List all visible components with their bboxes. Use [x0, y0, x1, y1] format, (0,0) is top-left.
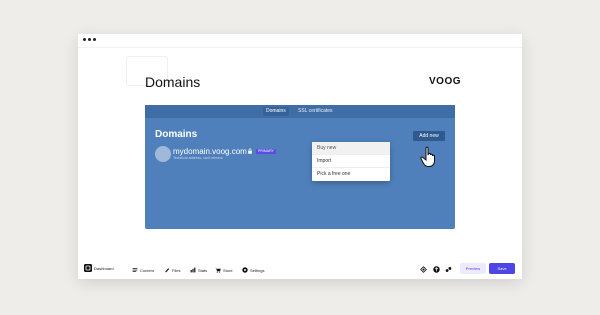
add-new-button[interactable]: Add new [413, 131, 445, 141]
stats-icon [190, 267, 196, 273]
page-title: Domains [145, 74, 201, 90]
stats-button[interactable]: Stats [190, 267, 207, 273]
preview-button[interactable]: Preview [460, 263, 486, 274]
dropdown-item-import[interactable]: Import [312, 155, 390, 168]
brand-logo: VOOG [429, 76, 462, 87]
upload-icon[interactable] [433, 266, 440, 273]
tab-bar: Domains SSL certificates [145, 105, 455, 118]
panel-heading: Domains [155, 129, 198, 140]
content-icon [132, 268, 138, 272]
gear-icon [242, 267, 248, 273]
language-icon[interactable] [445, 266, 452, 273]
lock-icon [248, 148, 252, 154]
files-icon [165, 268, 170, 273]
cart-icon [215, 267, 221, 273]
content-label: Content [140, 267, 155, 273]
domain-avatar [155, 146, 171, 162]
hand-cursor-icon [420, 146, 435, 167]
primary-badge: PRIMARY [256, 149, 276, 154]
files-label: Files [172, 267, 181, 273]
stats-label: Stats [198, 267, 208, 273]
dropdown-item-pick-free[interactable]: Pick a free one [312, 168, 390, 181]
domain-subtitle: Technical address, can't remove [173, 156, 223, 160]
tab-domains[interactable]: Domains [263, 107, 289, 116]
store-label: Store [223, 267, 233, 273]
app-window: Domains VOOG Domains SSL certificates Do… [78, 34, 522, 279]
save-button[interactable]: Save [489, 263, 515, 274]
content-button[interactable]: Content [132, 267, 154, 273]
dashboard-button[interactable]: Dashboard [84, 264, 114, 272]
window-topbar [78, 34, 522, 48]
settings-label: Settings [250, 267, 265, 273]
store-button[interactable]: Store [215, 267, 233, 273]
dashboard-icon [84, 264, 92, 272]
settings-button[interactable]: Settings [242, 267, 264, 273]
tab-ssl-certificates[interactable]: SSL certificates [295, 107, 336, 116]
domains-panel: Domains SSL certificates Domains Add new… [145, 105, 455, 229]
design-icon[interactable] [420, 266, 427, 273]
add-new-dropdown: Buy new Import Pick a free one [312, 142, 390, 181]
bottom-toolbar: Dashboard Content Files Stats Store Sett… [78, 259, 522, 279]
files-button[interactable]: Files [164, 267, 180, 273]
dropdown-item-buy-new[interactable]: Buy new [312, 142, 390, 155]
dashboard-label: Dashboard [94, 265, 114, 271]
domain-name[interactable]: mydomain.voog.com [173, 147, 247, 156]
menu-dots-icon[interactable] [83, 38, 96, 41]
